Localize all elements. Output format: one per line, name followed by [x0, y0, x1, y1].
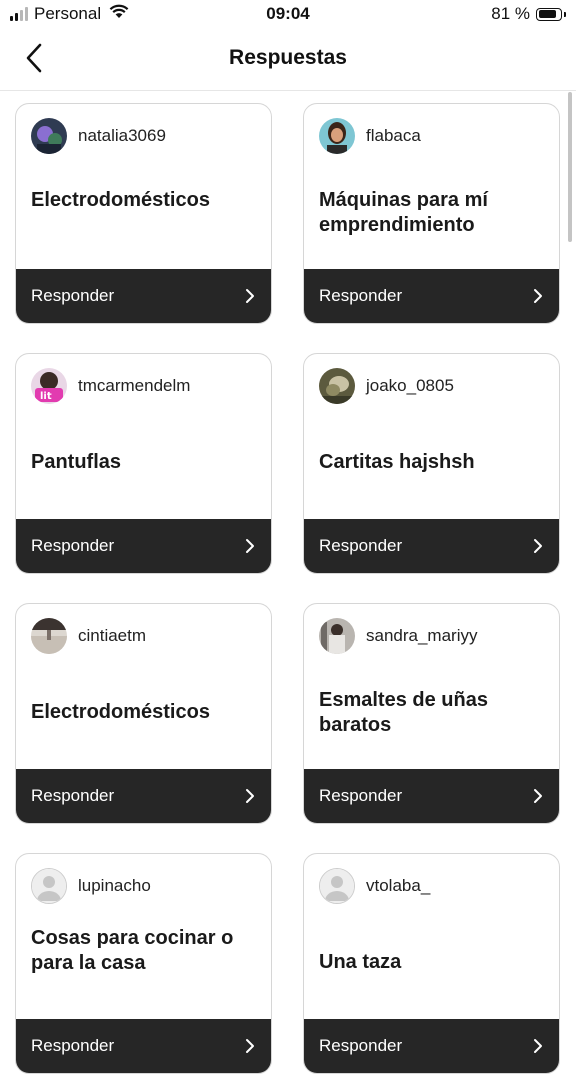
username[interactable]: vtolaba_: [366, 876, 430, 896]
respond-label: Responder: [319, 286, 403, 305]
status-right: 81 %: [491, 4, 566, 24]
response-text: Cosas para cocinar o para la casa: [31, 927, 234, 974]
response-card[interactable]: cintiaetm Electrodomésticos Responder: [15, 603, 272, 824]
respond-label: Responder: [31, 1036, 115, 1055]
respond-button[interactable]: Responder: [304, 1019, 559, 1073]
chevron-right-icon: [534, 289, 542, 303]
card-user: flabaca: [319, 118, 421, 154]
respond-label: Responder: [319, 786, 403, 805]
default-avatar-icon[interactable]: [31, 868, 67, 904]
username[interactable]: joako_0805: [366, 376, 454, 396]
avatar[interactable]: [31, 118, 67, 154]
page-title: Respuestas: [229, 46, 347, 69]
avatar[interactable]: [31, 618, 67, 654]
response-card[interactable]: flabaca Máquinas para mí emprendimiento …: [303, 103, 560, 324]
respond-label: Responder: [31, 786, 115, 805]
respond-label: Responder: [31, 286, 115, 305]
respond-button[interactable]: Responder: [304, 769, 559, 823]
respond-button[interactable]: Responder: [304, 519, 559, 573]
card-user: vtolaba_: [319, 868, 430, 904]
card-user: lupinacho: [31, 868, 151, 904]
response-card[interactable]: natalia3069 Electrodomésticos Responder: [15, 103, 272, 324]
chevron-right-icon: [246, 789, 254, 803]
avatar[interactable]: [319, 368, 355, 404]
chevron-right-icon: [534, 1039, 542, 1053]
username[interactable]: sandra_mariyy: [366, 626, 478, 646]
avatar[interactable]: [319, 618, 355, 654]
chevron-right-icon: [246, 539, 254, 553]
response-card[interactable]: vtolaba_ Una taza Responder: [303, 853, 560, 1074]
chevron-right-icon: [246, 1039, 254, 1053]
respond-button[interactable]: Responder: [16, 269, 271, 323]
response-card[interactable]: lupinacho Cosas para cocinar o para la c…: [15, 853, 272, 1074]
respond-button[interactable]: Responder: [16, 769, 271, 823]
chevron-right-icon: [534, 539, 542, 553]
response-text: Electrodomésticos: [31, 189, 210, 211]
response-text: Electrodomésticos: [31, 701, 210, 723]
response-card[interactable]: sandra_mariyy Esmaltes de uñas baratos R…: [303, 603, 560, 824]
respond-label: Responder: [31, 536, 115, 555]
avatar[interactable]: [319, 118, 355, 154]
respond-label: Responder: [319, 1036, 403, 1055]
response-text: Esmaltes de uñas baratos: [319, 689, 488, 736]
default-avatar-icon[interactable]: [319, 868, 355, 904]
status-bar: Personal 09:04 81 %: [0, 0, 576, 30]
response-text: Cartitas hajshsh: [319, 451, 475, 473]
response-card[interactable]: lit tmcarmendelm Pantuflas Responder: [15, 353, 272, 574]
respond-label: Responder: [319, 536, 403, 555]
response-card[interactable]: joako_0805 Cartitas hajshsh Responder: [303, 353, 560, 574]
battery-icon: [536, 7, 562, 21]
chevron-right-icon: [534, 789, 542, 803]
username[interactable]: cintiaetm: [78, 626, 146, 646]
card-user: natalia3069: [31, 118, 166, 154]
chevron-right-icon: [246, 289, 254, 303]
status-time: 09:04: [266, 4, 310, 23]
response-text: Pantuflas: [31, 451, 122, 473]
battery-percentage: 81 %: [491, 4, 530, 23]
card-user: lit tmcarmendelm: [31, 368, 190, 404]
respond-button[interactable]: Responder: [16, 1019, 271, 1073]
respond-button[interactable]: Responder: [16, 519, 271, 573]
scrollbar[interactable]: [568, 92, 572, 242]
svg-text:lit: lit: [40, 391, 52, 402]
nav-header: Respuestas: [0, 30, 576, 91]
respond-button[interactable]: Responder: [304, 269, 559, 323]
card-user: sandra_mariyy: [319, 618, 478, 654]
username[interactable]: tmcarmendelm: [78, 376, 190, 396]
response-text: Máquinas para mí emprendimiento: [319, 189, 488, 236]
card-user: cintiaetm: [31, 618, 146, 654]
username[interactable]: flabaca: [366, 126, 421, 146]
username[interactable]: natalia3069: [78, 126, 166, 146]
card-user: joako_0805: [319, 368, 454, 404]
avatar[interactable]: lit: [31, 368, 67, 404]
response-text: Una taza: [319, 951, 402, 973]
username[interactable]: lupinacho: [78, 876, 151, 896]
